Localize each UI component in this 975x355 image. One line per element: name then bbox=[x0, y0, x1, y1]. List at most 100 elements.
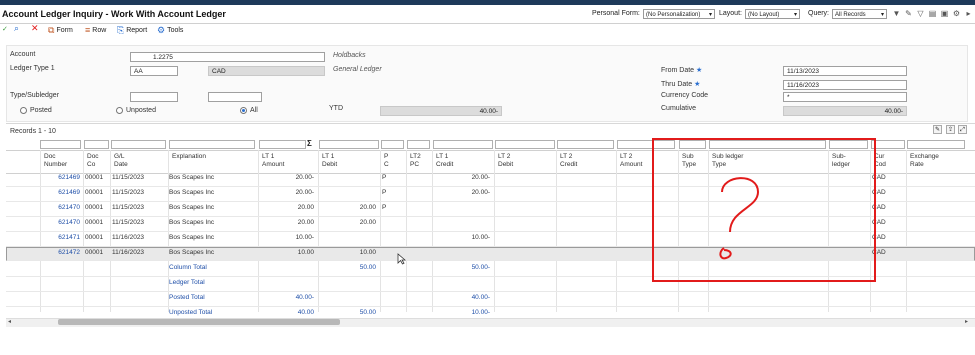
column-header-pc[interactable]: P C bbox=[384, 153, 389, 169]
maximize-icon[interactable]: ⤢ bbox=[958, 125, 967, 134]
thru-date-field[interactable]: 11/16/2023 bbox=[783, 80, 907, 90]
all-radio[interactable] bbox=[240, 107, 247, 114]
document-icon[interactable]: ▤ bbox=[928, 9, 937, 18]
column-header-lt2-pc[interactable]: LT2 PC bbox=[410, 153, 421, 169]
doc-co-cell: 00001 bbox=[85, 174, 104, 181]
qbe-filter-input[interactable] bbox=[84, 140, 109, 149]
export-icon[interactable]: ⇪ bbox=[946, 125, 955, 134]
personal-form-select[interactable]: (No Personalization) ▾ bbox=[643, 9, 715, 19]
cumulative-label: Cumulative bbox=[661, 105, 697, 112]
sum-icon[interactable]: Σ bbox=[307, 139, 312, 148]
qbe-filter-input[interactable] bbox=[557, 140, 614, 149]
gl-date-cell: 11/15/2023 bbox=[112, 219, 145, 226]
currency-code-cell: CAD bbox=[872, 174, 886, 181]
subledger-field[interactable] bbox=[208, 92, 262, 102]
qbe-filter-input[interactable] bbox=[381, 140, 404, 149]
lt1-amount-cell: 20.00- bbox=[295, 174, 314, 181]
qbe-filter-input[interactable] bbox=[907, 140, 965, 149]
layout-select[interactable]: (No Layout) ▾ bbox=[745, 9, 800, 19]
doc-number-link[interactable]: 621471 bbox=[40, 231, 80, 245]
qbe-filter-input[interactable] bbox=[495, 140, 555, 149]
tools-menu[interactable]: ⚙ Tools bbox=[157, 25, 183, 36]
qbe-filter-input[interactable] bbox=[871, 140, 905, 149]
gl-date-cell: 11/15/2023 bbox=[112, 204, 145, 211]
lt1-debit-cell: 20.00 bbox=[359, 204, 376, 211]
qbe-filter-input[interactable] bbox=[433, 140, 493, 149]
settings-icon[interactable]: ⚙ bbox=[952, 9, 961, 18]
select-check-icon[interactable]: ✓ bbox=[2, 25, 8, 33]
explanation-cell: Bos Scapes Inc bbox=[169, 219, 215, 226]
column-header-exchange-rate[interactable]: Exchange Rate bbox=[910, 153, 939, 169]
total-label: Posted Total bbox=[169, 294, 205, 301]
gl-date-cell: 11/16/2023 bbox=[112, 249, 145, 256]
column-header-lt1-credit[interactable]: LT 1 Credit bbox=[436, 153, 453, 169]
scroll-right-icon[interactable]: ▸ bbox=[965, 318, 968, 325]
from-date-field[interactable]: 11/13/2023 bbox=[783, 66, 907, 76]
query-select[interactable]: All Records ▾ bbox=[832, 9, 887, 19]
from-date-label: From Date ★ bbox=[661, 67, 703, 74]
chevron-down-icon: ▾ bbox=[793, 12, 797, 18]
column-header-lt2-credit[interactable]: LT 2 Credit bbox=[560, 153, 577, 169]
explanation-cell: Bos Scapes Inc bbox=[169, 189, 215, 196]
account-field[interactable]: 1.2275 bbox=[130, 52, 325, 62]
row-menu[interactable]: ≡ Row bbox=[85, 25, 106, 35]
personal-form-label: Personal Form: bbox=[592, 10, 640, 17]
column-header-lt1-debit[interactable]: LT 1 Debit bbox=[322, 153, 337, 169]
doc-number-link[interactable]: 621469 bbox=[40, 171, 80, 185]
search-icon[interactable]: ⌕ bbox=[14, 23, 19, 34]
lt1-amount-cell: 10.00- bbox=[295, 234, 314, 241]
subledger-type-field[interactable] bbox=[130, 92, 178, 102]
form-menu[interactable]: ⧉ Form bbox=[48, 25, 73, 36]
total-credit: 40.00- bbox=[471, 294, 490, 301]
menu-icon[interactable]: ▸ bbox=[964, 9, 973, 18]
lt1-amount-cell: 10.00 bbox=[297, 249, 314, 256]
filter-options-icon[interactable]: ▽ bbox=[916, 9, 925, 18]
doc-number-link[interactable]: 621470 bbox=[40, 216, 80, 230]
edit-icon[interactable]: ✎ bbox=[933, 125, 942, 134]
column-header-doc-number[interactable]: Doc Number bbox=[44, 153, 67, 169]
account-label: Account bbox=[10, 51, 36, 58]
explanation-cell: Bos Scapes Inc bbox=[169, 204, 215, 211]
scroll-left-icon[interactable]: ◂ bbox=[8, 318, 11, 325]
qbe-filter-input[interactable] bbox=[40, 140, 81, 149]
total-credit: 50.00- bbox=[471, 264, 490, 271]
qbe-filter-input[interactable] bbox=[407, 140, 430, 149]
column-header-explanation[interactable]: Explanation bbox=[172, 153, 206, 161]
qbe-filter-input[interactable] bbox=[169, 140, 255, 149]
ledger-type-field[interactable]: AA bbox=[130, 66, 178, 76]
lt1-amount-cell: 20.00 bbox=[297, 219, 314, 226]
doc-number-link[interactable]: 621472 bbox=[40, 246, 80, 260]
close-icon[interactable]: ✕ bbox=[31, 23, 39, 34]
chevron-down-icon: ▾ bbox=[880, 12, 884, 18]
column-header-lt1-amount[interactable]: LT 1 Amount bbox=[262, 153, 284, 169]
qbe-filter-input[interactable] bbox=[319, 140, 379, 149]
gl-date-cell: 11/15/2023 bbox=[112, 174, 145, 181]
column-header-lt2-debit[interactable]: LT 2 Debit bbox=[498, 153, 513, 169]
query-label: Query: bbox=[808, 10, 830, 17]
explanation-cell: Bos Scapes Inc bbox=[169, 174, 215, 181]
filter-icon[interactable]: ▼ bbox=[892, 9, 901, 18]
report-menu[interactable]: ⎘ Report bbox=[117, 25, 147, 36]
currency-code-cell: CAD bbox=[872, 249, 886, 256]
qbe-filter-input[interactable] bbox=[259, 140, 306, 149]
doc-co-cell: 00001 bbox=[85, 234, 104, 241]
currency-code-field[interactable]: * bbox=[783, 92, 907, 102]
column-header-doc-co[interactable]: Doc Co bbox=[87, 153, 99, 169]
mouse-cursor-icon bbox=[397, 253, 406, 265]
filter-edit-icon[interactable]: ✎ bbox=[904, 9, 913, 18]
tools-icon: ⚙ bbox=[157, 25, 166, 35]
doc-number-link[interactable]: 621469 bbox=[40, 186, 80, 200]
qbe-filter-input[interactable] bbox=[111, 140, 166, 149]
column-header-lt2-amount[interactable]: LT 2 Amount bbox=[620, 153, 642, 169]
unposted-radio[interactable] bbox=[116, 107, 123, 114]
question-mark-annotation bbox=[719, 177, 760, 260]
thru-date-label: Thru Date ★ bbox=[661, 81, 701, 88]
save-icon[interactable]: ▣ bbox=[940, 9, 949, 18]
doc-number-link[interactable]: 621470 bbox=[40, 201, 80, 215]
posted-radio[interactable] bbox=[20, 107, 27, 114]
row-icon: ≡ bbox=[85, 25, 91, 35]
doc-co-cell: 00001 bbox=[85, 204, 104, 211]
column-header-gl-date[interactable]: G/L Date bbox=[114, 153, 128, 169]
scrollbar-thumb[interactable] bbox=[58, 319, 340, 325]
doc-co-cell: 00001 bbox=[85, 189, 104, 196]
